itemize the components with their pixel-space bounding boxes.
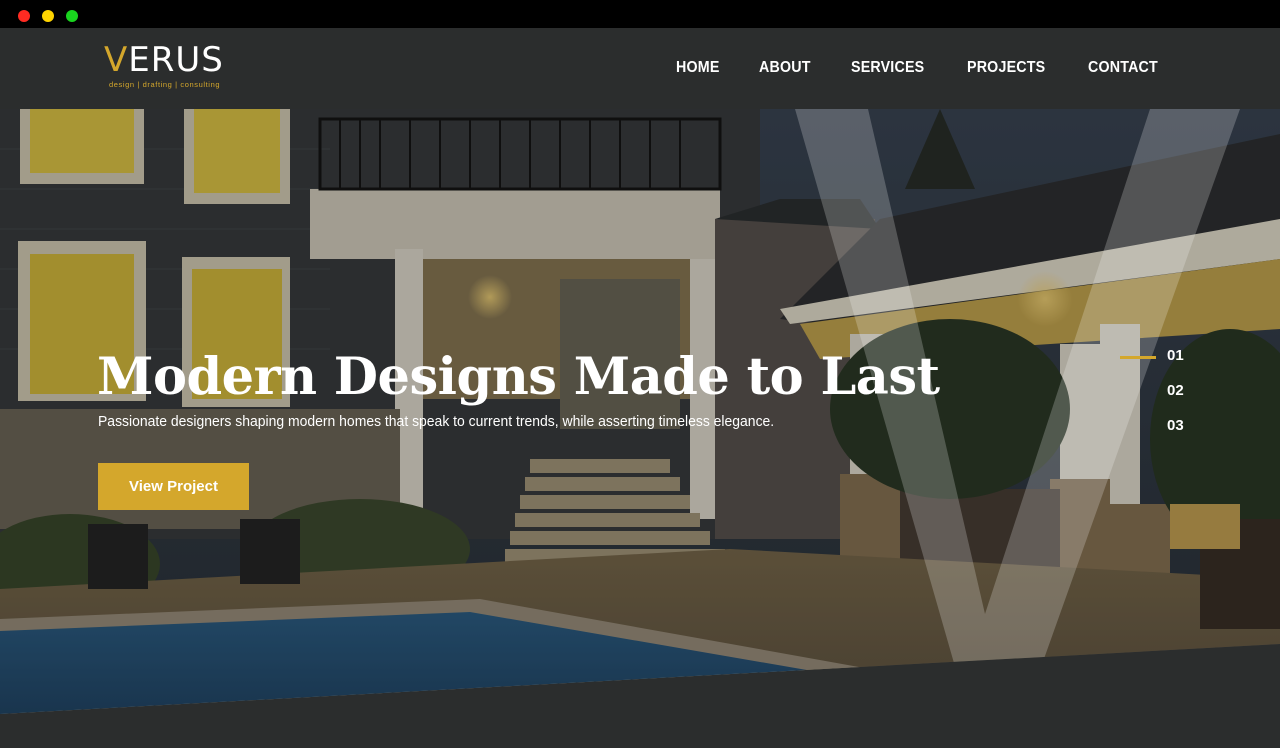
logo-name: ERUS: [128, 40, 224, 80]
slide-number: 01: [1167, 347, 1184, 364]
slide-indicator-1[interactable]: 01: [1118, 344, 1198, 368]
site-header: VERUS design | drafting | consulting HOM…: [0, 28, 1280, 109]
nav-about[interactable]: ABOUT: [759, 59, 811, 77]
view-project-button[interactable]: View Project: [98, 463, 249, 510]
hero-subtitle: Passionate designers shaping modern home…: [98, 413, 775, 430]
minimize-window-button[interactable]: [42, 10, 54, 22]
slide-number: 03: [1167, 417, 1184, 434]
slide-number: 02: [1167, 382, 1184, 399]
maximize-window-button[interactable]: [66, 10, 78, 22]
window-titlebar: [0, 0, 1280, 28]
logo-tagline: design | drafting | consulting: [109, 80, 221, 89]
nav-projects[interactable]: PROJECTS: [967, 59, 1045, 77]
close-window-button[interactable]: [18, 10, 30, 22]
nav-services[interactable]: SERVICES: [851, 59, 924, 77]
active-slide-bar: [1120, 356, 1156, 359]
slide-indicator-2[interactable]: 02: [1118, 379, 1198, 403]
hero-section: Modern Designs Made to Last Passionate d…: [0, 109, 1280, 748]
site-logo[interactable]: VERUS design | drafting | consulting: [104, 42, 234, 94]
hero-title: Modern Designs Made to Last: [97, 347, 940, 407]
main-nav: HOME ABOUT SERVICES PROJECTS CONTACT: [676, 59, 1164, 77]
logo-wordmark: VERUS: [104, 42, 224, 78]
logo-initial: V: [104, 40, 129, 80]
nav-contact[interactable]: CONTACT: [1088, 59, 1158, 77]
nav-home[interactable]: HOME: [676, 59, 720, 77]
slide-indicator-3[interactable]: 03: [1118, 414, 1198, 438]
